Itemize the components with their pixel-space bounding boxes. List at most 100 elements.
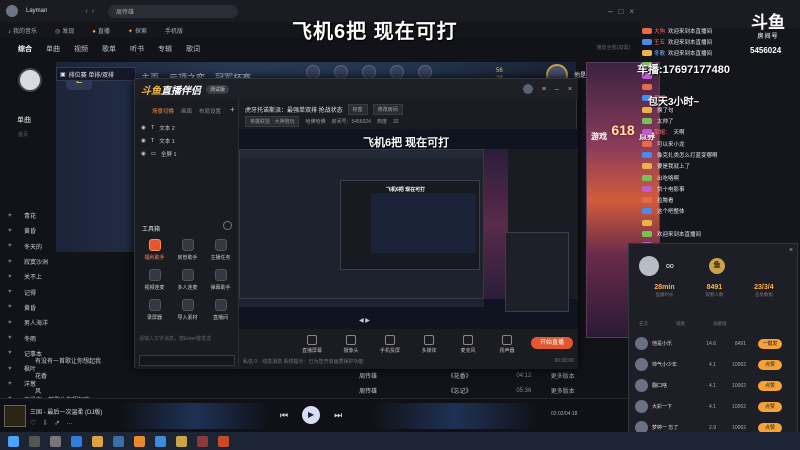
subnav-my-music[interactable]: ♪ 我的音乐	[8, 26, 37, 35]
dm-count[interactable]: 私信 0	[243, 358, 257, 365]
subnav-explore[interactable]: ✦ 探索	[128, 26, 147, 35]
avatar[interactable]	[635, 379, 648, 392]
menu-icon[interactable]: ≡	[542, 86, 546, 93]
music-app-icon[interactable]	[197, 435, 208, 447]
forward-icon[interactable]: ›	[92, 8, 94, 15]
eye-icon[interactable]: ◉	[141, 125, 146, 131]
minimize-icon[interactable]: –	[608, 7, 612, 16]
tool-button[interactable]: 导入素材	[171, 299, 204, 321]
rank-action-button[interactable]: 一键发	[758, 338, 782, 349]
table-row[interactable]: 风 周传雄 《忘记》 05:36 更多版本	[30, 383, 590, 398]
windows-start-icon[interactable]	[8, 435, 19, 447]
album-cover[interactable]	[4, 405, 26, 427]
heart-icon[interactable]: ♥	[8, 366, 12, 372]
source-item[interactable]: ◉ T 文本 1	[135, 134, 238, 147]
capture-action-button[interactable]: 多媒体	[416, 335, 442, 354]
tab-layout[interactable]: 布局设置	[199, 107, 221, 115]
loot-icon[interactable]	[362, 65, 376, 79]
play-all-link[interactable]: 播放全部(如需)	[597, 44, 640, 58]
sidebar-song-item[interactable]: ♥ 男人海洋	[0, 315, 55, 330]
chat-user[interactable]: 王五	[654, 38, 665, 46]
heart-icon[interactable]: ♥	[8, 289, 12, 295]
rank-action-button[interactable]: 点赞	[758, 380, 782, 391]
avatar[interactable]	[635, 358, 648, 371]
rank-action-button[interactable]: 点赞	[758, 422, 782, 433]
streamer-avatar[interactable]	[522, 84, 533, 94]
tool-button[interactable]: 直播间	[204, 299, 237, 321]
rank-action-button[interactable]: 点赞	[758, 401, 782, 412]
sidebar-song-item[interactable]: ♥ 冬雨	[0, 330, 55, 345]
heart-icon[interactable]: ♥	[8, 274, 12, 280]
tab-all[interactable]: 综合	[18, 44, 32, 58]
tool-button[interactable]: 录屏器	[138, 299, 171, 321]
add-source-icon[interactable]: +	[230, 105, 235, 114]
profile-icon[interactable]	[390, 65, 404, 79]
category-tag[interactable]: 英雄联盟 · 大神陪玩	[245, 116, 300, 127]
eye-icon[interactable]: ◉	[141, 151, 146, 157]
sidebar-song-item[interactable]: ♥ 冬天的	[0, 239, 55, 254]
player-avatar[interactable]	[639, 256, 659, 276]
tool-button[interactable]: 弹幕助手	[204, 269, 237, 291]
artist-avatar[interactable]	[18, 68, 42, 92]
sidebar-song-item[interactable]: ♥ 关不上	[0, 269, 55, 284]
sidebar-song-item[interactable]: ♥ 黄昏	[0, 300, 55, 315]
heart-icon[interactable]: ♥	[8, 304, 12, 310]
tool-button[interactable]: 主播任务	[204, 239, 237, 261]
clash-icon[interactable]	[418, 65, 432, 79]
avatar[interactable]	[635, 337, 648, 350]
search-input[interactable]: 周传雄	[108, 4, 239, 18]
sidebar-song-item[interactable]: ♥ 记得	[0, 284, 55, 299]
gear-icon[interactable]	[223, 221, 232, 230]
capture-action-button[interactable]: 摄像头	[338, 335, 364, 354]
ie-icon[interactable]	[71, 435, 82, 447]
cell-more[interactable]: 更多版本	[551, 371, 590, 380]
heart-icon[interactable]: ♥	[8, 213, 12, 219]
heart-icon[interactable]: ♥	[8, 243, 12, 249]
tool-button[interactable]: 房管助手	[171, 239, 204, 261]
tab-playlist[interactable]: 歌单	[102, 44, 116, 58]
stream-preview[interactable]: 飞机6把 现在可打 飞机6把 现在可打 ◀ ▶	[239, 129, 578, 329]
close-icon[interactable]: ×	[629, 7, 634, 16]
subnav-discover[interactable]: ◎ 发现	[55, 26, 74, 35]
share-icon[interactable]: ⇗	[54, 419, 60, 427]
capture-action-button[interactable]: 扬声器	[494, 335, 520, 354]
tab-audiobook[interactable]: 听书	[130, 44, 144, 58]
eye-icon[interactable]: ◉	[141, 138, 146, 144]
heart-icon[interactable]: ♥	[8, 259, 12, 265]
heart-icon[interactable]: ♥	[8, 350, 12, 356]
room-title[interactable]: 虎牙托诺斯派：最强单双排 抢战状态	[245, 105, 343, 114]
capture-action-button[interactable]: 手机投屏	[377, 335, 403, 354]
next-icon[interactable]: ⏭	[334, 410, 342, 421]
rank-action-button[interactable]: 点赞	[758, 359, 782, 370]
heart-icon[interactable]: ♥	[8, 381, 12, 387]
tool-button[interactable]: 多人连麦	[171, 269, 204, 291]
subnav-live[interactable]: ● 直播	[92, 26, 110, 35]
stream-app-icon[interactable]	[134, 435, 145, 447]
tool-button[interactable]: 福利助手	[138, 239, 171, 261]
tab-songs[interactable]: 单曲	[46, 44, 60, 58]
tab-album[interactable]: 专辑	[158, 44, 172, 58]
source-item[interactable]: ◉ T 文本 2	[135, 121, 238, 134]
close-icon[interactable]: ×	[568, 86, 572, 93]
chat-user[interactable]: 草帽：	[654, 128, 671, 136]
subnav-mobile[interactable]: 手机版	[165, 26, 183, 35]
task-view-icon[interactable]	[50, 435, 61, 447]
search-icon[interactable]	[29, 435, 40, 447]
heart-icon[interactable]: ♥	[8, 228, 12, 234]
tab-video[interactable]: 视频	[74, 44, 88, 58]
app-icon[interactable]	[113, 435, 124, 447]
prev-icon[interactable]: ⏮	[280, 410, 288, 421]
avatar[interactable]	[635, 400, 648, 413]
tab-scenes[interactable]: 场景切换	[152, 107, 174, 115]
douyu-icon[interactable]	[218, 435, 229, 447]
chat-user[interactable]: 大狗	[654, 27, 665, 35]
user-avatar[interactable]	[6, 5, 18, 17]
user-name[interactable]: Layman	[26, 8, 47, 14]
tool-button[interactable]: 视频连麦	[138, 269, 171, 291]
capture-action-button[interactable]: 直播屏幕	[299, 335, 325, 354]
queue-mode-label[interactable]: ▣ 排位赛 单排/双排	[56, 67, 136, 81]
tab-lyrics[interactable]: 歌词	[186, 44, 200, 58]
browser-icon[interactable]	[155, 435, 166, 447]
close-icon[interactable]: ×	[789, 247, 793, 254]
folder-icon[interactable]	[92, 435, 103, 447]
